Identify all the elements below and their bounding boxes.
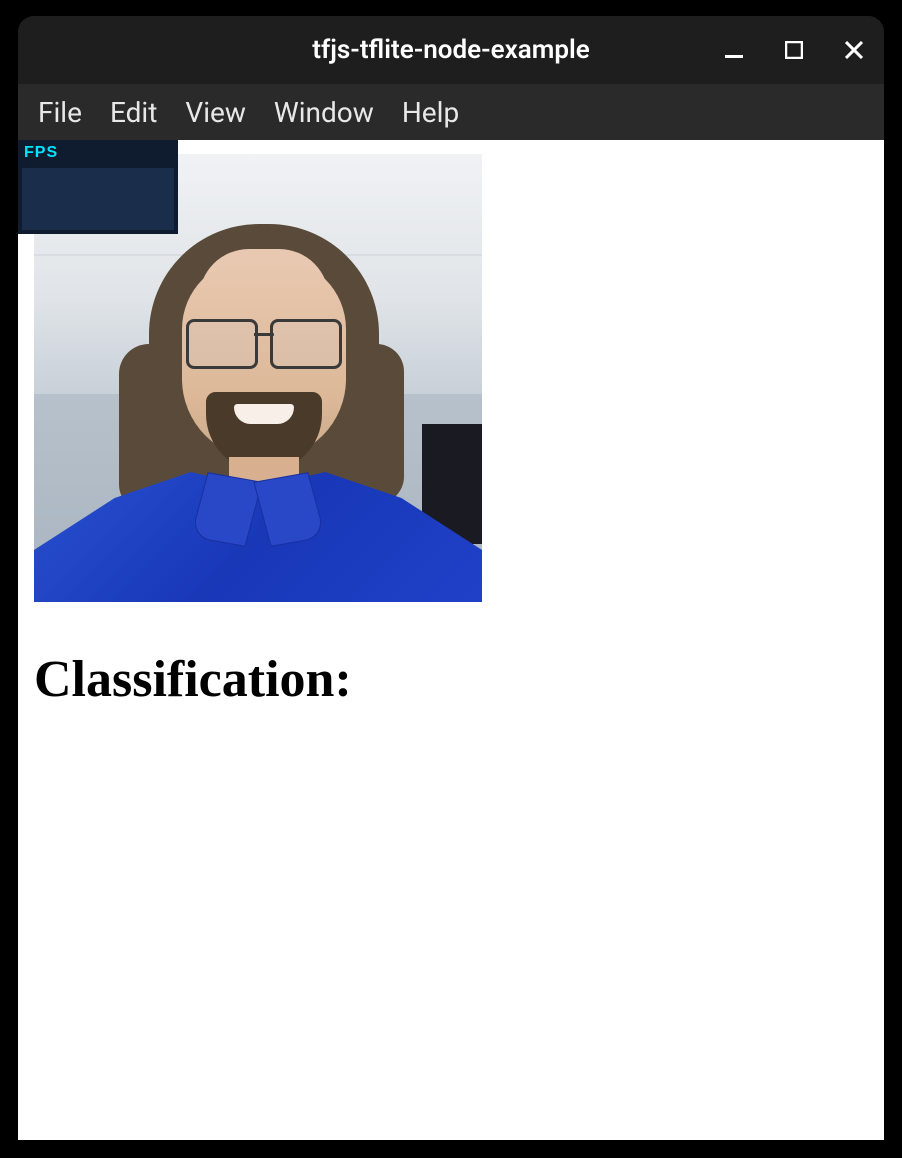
- app-window: tfjs-tflite-node-example File Edit View …: [18, 16, 884, 1140]
- classification-heading: Classification:: [34, 650, 352, 709]
- fps-graph: [22, 168, 174, 230]
- fps-stats-overlay[interactable]: FPS: [18, 140, 178, 234]
- menu-help[interactable]: Help: [392, 92, 469, 133]
- window-title: tfjs-tflite-node-example: [312, 35, 589, 65]
- menubar: File Edit View Window Help: [18, 84, 884, 140]
- menu-window[interactable]: Window: [264, 92, 384, 133]
- fps-label: FPS: [18, 140, 178, 166]
- close-button[interactable]: [842, 38, 866, 62]
- window-controls: [722, 38, 866, 62]
- menu-view[interactable]: View: [175, 92, 256, 133]
- menu-file[interactable]: File: [28, 92, 92, 133]
- content-area: FPS Classification:: [18, 140, 884, 1140]
- titlebar[interactable]: tfjs-tflite-node-example: [18, 16, 884, 84]
- menu-edit[interactable]: Edit: [100, 92, 167, 133]
- maximize-button[interactable]: [782, 38, 806, 62]
- minimize-button[interactable]: [722, 38, 746, 62]
